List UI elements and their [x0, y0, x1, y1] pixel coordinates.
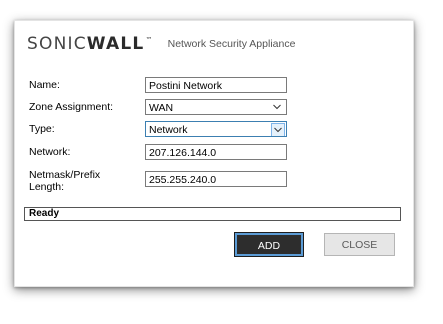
zone-assignment-value: WAN [149, 102, 174, 114]
screenshot-stage: SONICWALL™ Network Security Appliance Na… [0, 0, 443, 324]
logo-text-bold: WALL [86, 34, 145, 54]
type-label: Type: [29, 123, 55, 135]
netmask-label-line1: Netmask/Prefix [29, 169, 101, 181]
name-label: Name: [29, 79, 60, 91]
name-input[interactable]: Postini Network [145, 77, 287, 93]
dialog-header: SONICWALL™ Network Security Appliance [27, 34, 295, 54]
logo-text-light: SONIC [27, 34, 87, 54]
zone-assignment-label: Zone Assignment: [29, 101, 114, 113]
product-name: Network Security Appliance [167, 38, 296, 50]
netmask-label: Netmask/Prefix Length: [29, 169, 100, 193]
network-input[interactable]: 207.126.144.0 [145, 144, 287, 160]
chevron-down-icon[interactable] [271, 123, 285, 136]
logo-trademark: ™ [145, 36, 154, 44]
sonicwall-logo: SONICWALL™ [27, 34, 154, 54]
zone-assignment-select[interactable]: WAN [145, 99, 287, 115]
add-address-object-dialog: SONICWALL™ Network Security Appliance Na… [14, 20, 414, 287]
chevron-down-icon[interactable] [271, 100, 283, 114]
netmask-label-line2: Length: [29, 181, 65, 193]
status-bar: Ready [24, 207, 401, 221]
add-button[interactable]: ADD [234, 232, 304, 257]
close-button[interactable]: CLOSE [324, 233, 395, 256]
type-value: Network [149, 124, 188, 136]
netmask-input[interactable]: 255.255.240.0 [145, 171, 287, 187]
type-select[interactable]: Network [145, 121, 287, 137]
network-label: Network: [29, 146, 71, 158]
